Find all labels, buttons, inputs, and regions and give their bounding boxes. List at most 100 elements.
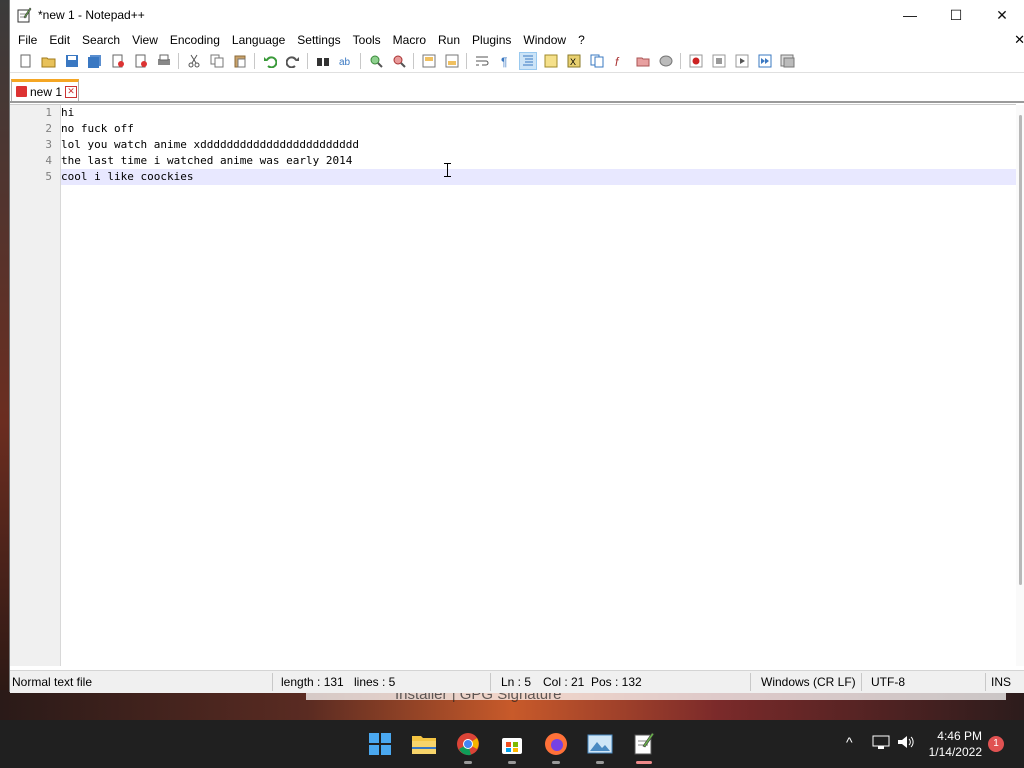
- text-cursor-icon: [444, 163, 451, 177]
- zoom-in-icon[interactable]: [367, 52, 385, 70]
- play-macro-icon[interactable]: [733, 52, 751, 70]
- menu-search[interactable]: Search: [76, 30, 126, 50]
- unsaved-file-icon: [16, 86, 27, 97]
- sync-vertical-icon[interactable]: [420, 52, 438, 70]
- menu-file[interactable]: File: [12, 30, 43, 50]
- doc-map-icon[interactable]: [588, 52, 606, 70]
- run-macro-multiple-icon[interactable]: [756, 52, 774, 70]
- menu-macro[interactable]: Macro: [387, 30, 432, 50]
- running-indicator: [552, 761, 560, 764]
- window-title: *new 1 - Notepad++: [38, 8, 145, 22]
- system-clock[interactable]: 4:46 PM 1/14/2022: [929, 728, 982, 760]
- tab-new-1[interactable]: new 1 ✕: [11, 79, 79, 101]
- code-area[interactable]: hi no fuck off lol you watch anime xdddd…: [61, 105, 1016, 666]
- redo-icon[interactable]: [284, 52, 302, 70]
- user-lang-icon[interactable]: X: [565, 52, 583, 70]
- function-list-icon[interactable]: f: [611, 52, 629, 70]
- folder-workspace-icon[interactable]: [634, 52, 652, 70]
- status-divider: [861, 673, 862, 691]
- text-editor[interactable]: 1 2 3 4 5 hi no fuck off lol you watch a…: [10, 104, 1024, 666]
- new-file-icon[interactable]: [17, 52, 35, 70]
- title-bar[interactable]: *new 1 - Notepad++ — ☐ ✕: [10, 0, 1024, 30]
- menu-language[interactable]: Language: [226, 30, 291, 50]
- menu-settings[interactable]: Settings: [291, 30, 346, 50]
- show-hidden-icons-icon[interactable]: ^: [846, 734, 853, 750]
- close-all-icon[interactable]: [132, 52, 150, 70]
- copy-icon[interactable]: [208, 52, 226, 70]
- replace-icon[interactable]: ab: [337, 52, 355, 70]
- line-number: 4: [45, 154, 52, 167]
- encoding-status[interactable]: UTF-8: [871, 671, 905, 693]
- code-line[interactable]: lol you watch anime xddddddddddddddddddd…: [61, 137, 1016, 153]
- minimize-button[interactable]: —: [887, 0, 933, 30]
- eol-status[interactable]: Windows (CR LF): [761, 671, 856, 693]
- firefox-icon[interactable]: [540, 728, 572, 764]
- record-macro-icon[interactable]: [687, 52, 705, 70]
- insert-mode-status[interactable]: INS: [991, 671, 1011, 693]
- status-divider: [272, 673, 273, 691]
- code-line[interactable]: no fuck off: [61, 121, 1016, 137]
- save-macro-icon[interactable]: [779, 52, 797, 70]
- print-icon[interactable]: [155, 52, 173, 70]
- volume-icon[interactable]: [897, 734, 915, 750]
- menu-encoding[interactable]: Encoding: [164, 30, 226, 50]
- status-bar: Normal text file length : 131 lines : 5 …: [10, 670, 1024, 693]
- menu-window[interactable]: Window: [517, 30, 572, 50]
- vertical-scrollbar[interactable]: [1016, 105, 1024, 666]
- svg-text:ab: ab: [339, 57, 351, 68]
- stop-macro-icon[interactable]: [710, 52, 728, 70]
- active-indicator: [636, 761, 652, 764]
- notepadpp-app-icon: [17, 7, 32, 23]
- menu-run[interactable]: Run: [432, 30, 466, 50]
- show-all-chars-icon[interactable]: ¶: [496, 52, 514, 70]
- store-icon[interactable]: [496, 728, 528, 764]
- toolbar-separator: [360, 53, 361, 69]
- photos-icon[interactable]: [584, 728, 616, 764]
- undo-icon[interactable]: [261, 52, 279, 70]
- file-explorer-icon[interactable]: [408, 728, 440, 760]
- tab-close-icon[interactable]: ✕: [65, 85, 78, 98]
- paste-icon[interactable]: [231, 52, 249, 70]
- save-icon[interactable]: [63, 52, 81, 70]
- toolbar-separator: [413, 53, 414, 69]
- find-icon[interactable]: [314, 52, 332, 70]
- menu-view[interactable]: View: [126, 30, 164, 50]
- line-number: 3: [45, 138, 52, 151]
- menu-help[interactable]: ?: [572, 30, 591, 50]
- menu-plugins[interactable]: Plugins: [466, 30, 517, 50]
- menu-tools[interactable]: Tools: [347, 30, 387, 50]
- position-status: Pos : 132: [591, 675, 642, 689]
- toolbar-separator: [680, 53, 681, 69]
- line-number-gutter: 1 2 3 4 5: [10, 105, 61, 666]
- menu-edit[interactable]: Edit: [43, 30, 76, 50]
- scrollbar-thumb[interactable]: [1019, 115, 1022, 585]
- word-wrap-icon[interactable]: [473, 52, 491, 70]
- zoom-out-icon[interactable]: [390, 52, 408, 70]
- indent-guide-icon[interactable]: [518, 52, 537, 70]
- open-file-icon[interactable]: [40, 52, 58, 70]
- code-line[interactable]: the last time i watched anime was early …: [61, 153, 1016, 169]
- length-status: length : 131: [281, 675, 344, 689]
- cut-icon[interactable]: [185, 52, 203, 70]
- sync-horizontal-icon[interactable]: [443, 52, 461, 70]
- close-button[interactable]: ✕: [979, 0, 1024, 30]
- network-icon[interactable]: [872, 734, 890, 750]
- current-code-line[interactable]: cool i like coockies: [61, 169, 1016, 185]
- code-line[interactable]: hi: [61, 105, 1016, 121]
- monitoring-icon[interactable]: [657, 52, 675, 70]
- svg-text:X: X: [570, 57, 576, 67]
- save-all-icon[interactable]: [86, 52, 104, 70]
- svg-text:f: f: [615, 55, 620, 68]
- close-document-icon[interactable]: ✕: [1014, 32, 1024, 48]
- language-icon[interactable]: [542, 52, 560, 70]
- chrome-icon[interactable]: [452, 728, 484, 764]
- status-divider: [490, 673, 491, 691]
- line-status: Ln : 5: [501, 675, 532, 689]
- maximize-button[interactable]: ☐: [933, 0, 979, 30]
- start-icon[interactable]: [364, 728, 396, 760]
- close-file-icon[interactable]: [109, 52, 127, 70]
- notification-badge[interactable]: 1: [988, 736, 1004, 752]
- notepadpp-taskbar-icon[interactable]: [628, 728, 660, 764]
- tab-label: new 1: [30, 84, 63, 99]
- status-divider: [985, 673, 986, 691]
